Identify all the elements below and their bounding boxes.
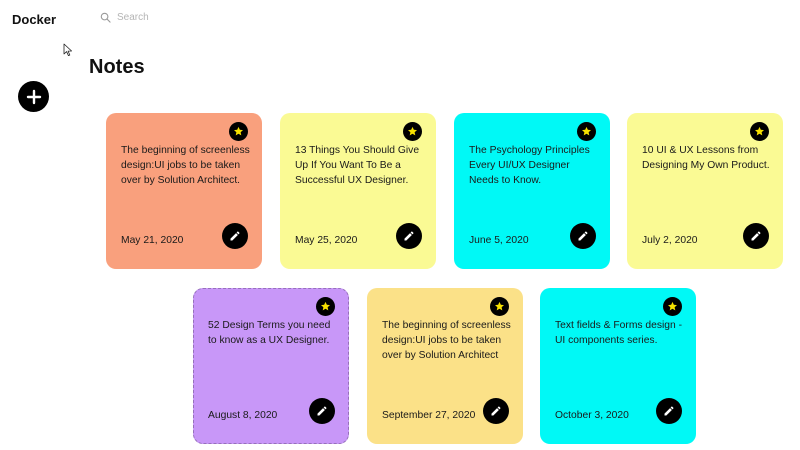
edit-button[interactable] bbox=[570, 223, 596, 249]
note-card[interactable]: 10 UI & UX Lessons from Designing My Own… bbox=[627, 113, 783, 269]
note-text: Text fields & Forms design - UI componen… bbox=[555, 320, 683, 346]
note-text: 13 Things You Should Give Up If You Want… bbox=[295, 145, 420, 186]
note-text: The Psychology Principles Every UI/UX De… bbox=[469, 145, 590, 186]
pencil-icon bbox=[751, 231, 761, 241]
note-text: 52 Design Terms you need to know as a UX… bbox=[208, 320, 331, 346]
edit-button[interactable] bbox=[222, 223, 248, 249]
pencil-icon bbox=[578, 231, 588, 241]
search-icon bbox=[100, 12, 111, 23]
note-card[interactable]: The beginning of screenless design:UI jo… bbox=[106, 113, 262, 269]
edit-button[interactable] bbox=[483, 398, 509, 424]
note-card[interactable]: 13 Things You Should Give Up If You Want… bbox=[280, 113, 436, 269]
note-date: July 2, 2020 bbox=[642, 235, 698, 246]
pencil-icon bbox=[230, 231, 240, 241]
note-card[interactable]: 52 Design Terms you need to know as a UX… bbox=[193, 288, 349, 444]
mouse-cursor-icon bbox=[63, 43, 72, 56]
note-text: The beginning of screenless design:UI jo… bbox=[121, 145, 250, 186]
note-date: May 21, 2020 bbox=[121, 235, 184, 246]
add-note-button[interactable] bbox=[18, 81, 49, 112]
note-date: August 8, 2020 bbox=[208, 410, 278, 421]
edit-button[interactable] bbox=[656, 398, 682, 424]
pencil-icon bbox=[404, 231, 414, 241]
note-card[interactable]: The beginning of screenless design:UI jo… bbox=[367, 288, 523, 444]
pencil-icon bbox=[664, 406, 674, 416]
note-date: May 25, 2020 bbox=[295, 235, 358, 246]
star-icon[interactable] bbox=[663, 297, 682, 316]
star-icon[interactable] bbox=[229, 122, 248, 141]
note-date: September 27, 2020 bbox=[382, 410, 476, 421]
search-bar[interactable] bbox=[100, 9, 320, 25]
plus-icon bbox=[26, 89, 41, 104]
note-text: 10 UI & UX Lessons from Designing My Own… bbox=[642, 145, 770, 171]
notes-app: Docker Notes The beginning of screenless… bbox=[0, 0, 800, 450]
star-icon[interactable] bbox=[577, 122, 596, 141]
pencil-icon bbox=[491, 406, 501, 416]
note-card[interactable]: The Psychology Principles Every UI/UX De… bbox=[454, 113, 610, 269]
note-date: October 3, 2020 bbox=[555, 410, 629, 421]
page-title: Notes bbox=[89, 56, 145, 78]
note-text: The beginning of screenless design:UI jo… bbox=[382, 320, 511, 361]
pencil-icon bbox=[317, 406, 327, 416]
edit-button[interactable] bbox=[309, 398, 335, 424]
star-icon[interactable] bbox=[490, 297, 509, 316]
star-icon[interactable] bbox=[750, 122, 769, 141]
star-icon[interactable] bbox=[316, 297, 335, 316]
search-input[interactable] bbox=[117, 11, 297, 23]
edit-button[interactable] bbox=[743, 223, 769, 249]
note-card[interactable]: Text fields & Forms design - UI componen… bbox=[540, 288, 696, 444]
edit-button[interactable] bbox=[396, 223, 422, 249]
note-date: June 5, 2020 bbox=[469, 235, 529, 246]
star-icon[interactable] bbox=[403, 122, 422, 141]
brand-logo: Docker bbox=[12, 12, 57, 27]
